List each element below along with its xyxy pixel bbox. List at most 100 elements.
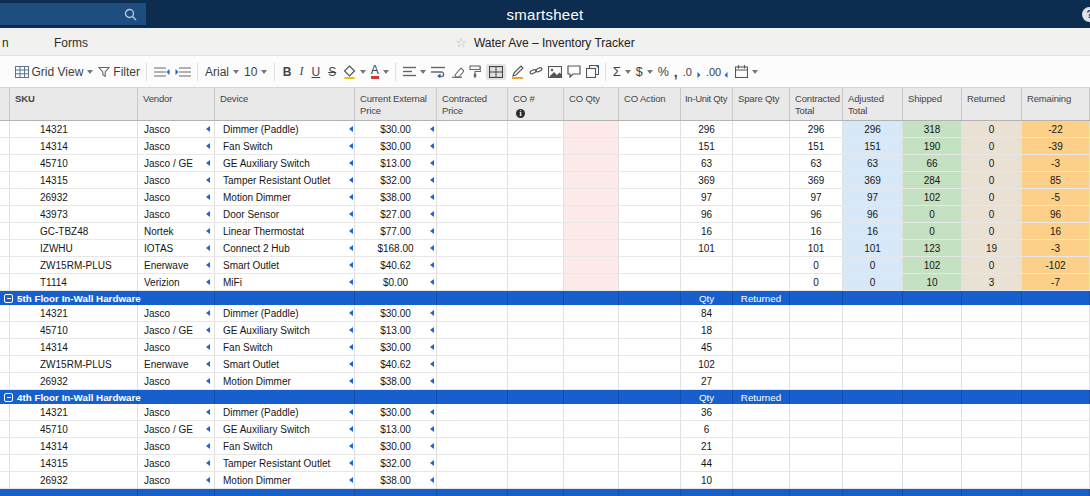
price-cell[interactable]: $30.00 [355,404,437,420]
spare-qty-cell[interactable] [733,339,790,355]
row-gutter[interactable] [0,240,10,256]
contracted-price-cell[interactable] [437,189,508,205]
device-cell[interactable]: Door Sensor [215,206,355,222]
row-gutter[interactable] [0,257,10,273]
co-number-cell[interactable] [508,274,564,290]
row-gutter[interactable] [0,172,10,188]
strikethrough-button[interactable]: S [328,65,336,79]
spare-qty-cell[interactable] [733,404,790,420]
column-header-remaining[interactable]: Remaining [1022,88,1090,120]
price-cell[interactable]: $13.00 [355,421,437,437]
contracted-price-cell[interactable] [437,455,508,471]
font-family-select[interactable]: Arial [205,65,239,79]
co-qty-cell[interactable] [564,240,619,256]
remaining-cell[interactable]: -22 [1022,121,1090,137]
co-action-cell[interactable] [619,472,681,488]
sku-cell[interactable]: 14315 [10,172,138,188]
co-action-cell[interactable] [619,404,681,420]
section-cell[interactable] [790,291,843,305]
co-qty-cell[interactable] [564,421,619,437]
co-qty-cell[interactable] [564,339,619,355]
adjusted-total-cell[interactable] [843,438,903,454]
contracted-total-cell[interactable]: 96 [790,206,843,222]
contracted-total-cell[interactable] [790,455,843,471]
price-cell[interactable]: $40.62 [355,257,437,273]
section-cell[interactable] [962,291,1022,305]
co-number-cell[interactable] [508,472,564,488]
co-number-cell[interactable] [508,356,564,372]
row-gutter[interactable] [0,138,10,154]
shipped-cell[interactable] [903,373,962,389]
contracted-total-cell[interactable]: 369 [790,172,843,188]
co-action-cell[interactable] [619,223,681,239]
device-cell[interactable]: Fan Switch [215,339,355,355]
section-cell[interactable] [790,489,843,496]
section-cell[interactable] [355,291,437,305]
remaining-cell[interactable] [1022,356,1090,372]
adjusted-total-cell[interactable] [843,455,903,471]
increase-decimal-button[interactable]: .00 [706,66,730,78]
co-number-cell[interactable] [508,189,564,205]
section-header-row[interactable]: 4th Floor In-Wall HardwareQtyReturned [0,390,1090,404]
eraser-button[interactable] [450,66,464,78]
spare-qty-cell[interactable] [733,172,790,188]
sku-cell[interactable]: 45710 [10,322,138,338]
remaining-cell[interactable]: -7 [1022,274,1090,290]
in-unit-qty-cell[interactable]: 369 [681,172,733,188]
adjusted-total-cell[interactable]: 63 [843,155,903,171]
column-header-contracted-total[interactable]: Contracted Total [790,88,843,120]
date-format-button[interactable] [735,65,758,78]
column-header-contracted-price[interactable]: Contracted Price [437,88,508,120]
adjusted-total-cell[interactable]: 151 [843,138,903,154]
section-cell[interactable] [903,390,962,404]
section-cell[interactable] [619,291,681,305]
sku-cell[interactable]: 45710 [10,421,138,437]
in-unit-qty-cell[interactable]: 21 [681,438,733,454]
co-qty-cell[interactable] [564,305,619,321]
adjusted-total-cell[interactable]: 96 [843,206,903,222]
remaining-cell[interactable]: -3 [1022,240,1090,256]
co-qty-cell[interactable] [564,472,619,488]
in-unit-qty-cell[interactable]: 27 [681,373,733,389]
in-unit-qty-cell[interactable]: 296 [681,121,733,137]
co-qty-cell[interactable] [564,121,619,137]
co-number-cell[interactable] [508,240,564,256]
row-gutter[interactable] [0,206,10,222]
section-cell[interactable] [1022,390,1090,404]
contracted-price-cell[interactable] [437,322,508,338]
co-number-cell[interactable] [508,138,564,154]
link-button[interactable] [529,65,543,78]
vendor-cell[interactable]: Jasco [138,438,215,454]
co-action-cell[interactable] [619,339,681,355]
remaining-cell[interactable]: 96 [1022,206,1090,222]
section-cell[interactable] [508,291,564,305]
returned-cell[interactable]: 0 [962,257,1022,273]
section-cell[interactable] [619,489,681,496]
sku-cell[interactable]: GC-TBZ48 [10,223,138,239]
device-cell[interactable]: GE Auxiliary Switch [215,322,355,338]
remaining-cell[interactable] [1022,339,1090,355]
spare-qty-cell[interactable] [733,223,790,239]
row-gutter[interactable] [0,322,10,338]
vendor-cell[interactable]: Jasco [138,404,215,420]
section-cell[interactable] [215,489,355,496]
sku-cell[interactable]: ZW15RM-PLUS [10,356,138,372]
returned-cell[interactable]: 0 [962,121,1022,137]
contracted-total-cell[interactable] [790,404,843,420]
co-number-cell[interactable] [508,305,564,321]
copy-range-button[interactable] [586,65,599,78]
contracted-total-cell[interactable]: 0 [790,274,843,290]
returned-cell[interactable] [962,305,1022,321]
section-cell[interactable] [1022,489,1090,496]
returned-cell[interactable] [962,373,1022,389]
wrap-text-button[interactable] [431,66,445,78]
shipped-cell[interactable] [903,404,962,420]
co-number-cell[interactable] [508,404,564,420]
price-cell[interactable]: $27.00 [355,206,437,222]
price-cell[interactable]: $40.62 [355,356,437,372]
section-cell[interactable] [138,390,215,404]
section-cell[interactable] [619,390,681,404]
spare-qty-cell[interactable] [733,373,790,389]
sku-cell[interactable]: 43973 [10,206,138,222]
co-number-cell[interactable] [508,322,564,338]
